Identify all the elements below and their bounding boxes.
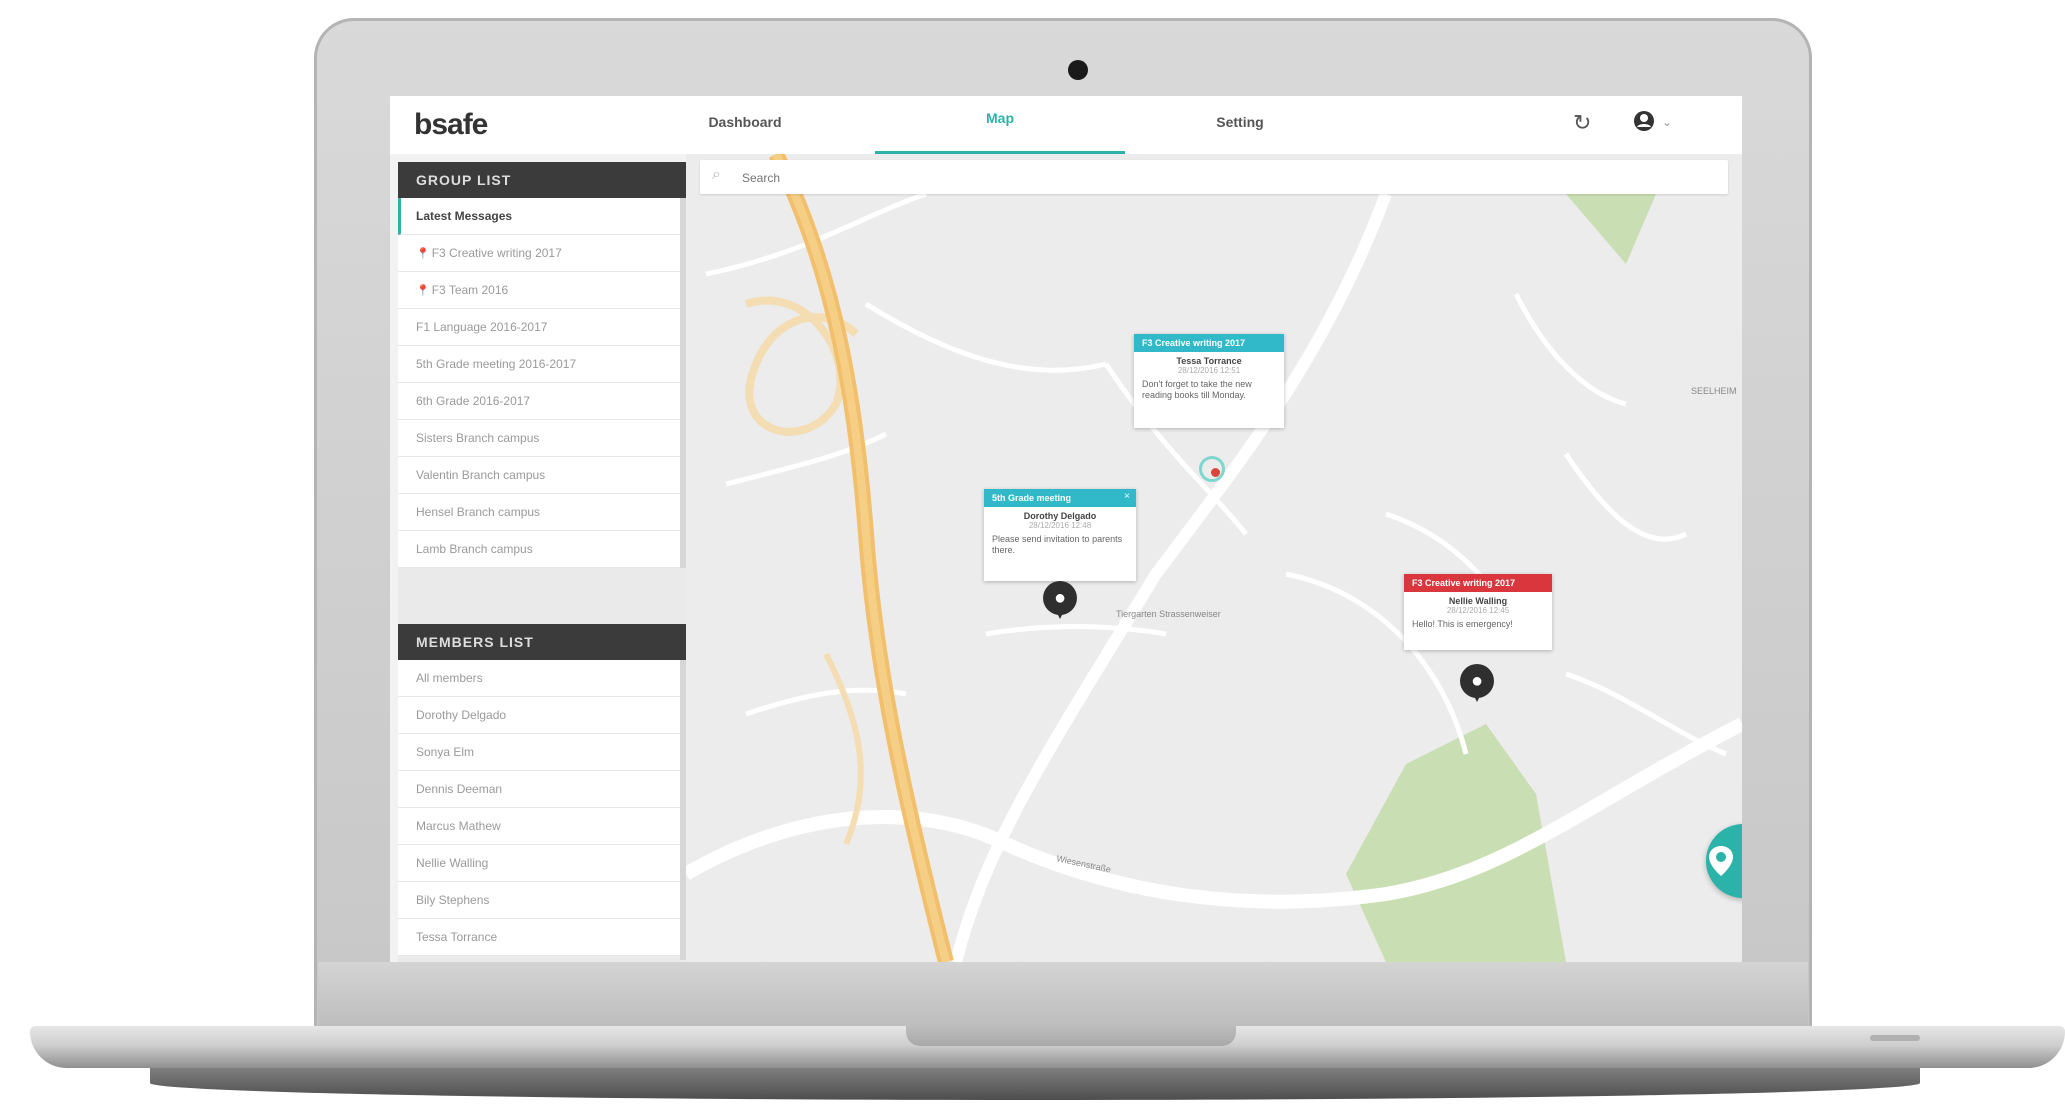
member-item[interactable]: Marcus Mathew (398, 808, 680, 845)
member-item[interactable]: Dennis Deeman (398, 771, 680, 808)
member-marker-icon[interactable]: ● (1043, 581, 1077, 619)
message-card[interactable]: F3 Creative writing 2017 Nellie Walling … (1404, 574, 1552, 650)
laptop-shadow (150, 1066, 1920, 1100)
group-item[interactable]: 📍 F3 Team 2016 (398, 272, 680, 309)
card-timestamp: 28/12/2016 12:45 (1446, 606, 1510, 615)
member-item[interactable]: Dorothy Delgado (398, 697, 680, 734)
member-item[interactable]: Bily Stephens (398, 882, 680, 919)
tab-dashboard[interactable]: Dashboard (700, 114, 790, 130)
sidebar: GROUP LIST Latest Messages 📍 F3 Creative … (398, 162, 686, 962)
card-timestamp: 28/12/2016 12:48 (1028, 521, 1092, 530)
app-logo[interactable]: bsafe (414, 108, 488, 142)
user-icon[interactable] (1633, 110, 1655, 138)
member-item[interactable]: Nellie Walling (398, 845, 680, 882)
members-list: All members Dorothy Delgado Sonya Elm De… (398, 660, 680, 956)
map-view[interactable]: ⌕ F3 Creative writing 2017 Tessa Torranc… (686, 154, 1742, 962)
members-list-header: MEMBERS LIST (398, 624, 686, 660)
group-item[interactable]: Sisters Branch campus (398, 420, 680, 457)
road-label: Tiergarten Strassenweiser (1116, 609, 1221, 619)
pin-icon: 📍 (416, 248, 430, 260)
group-item[interactable]: 📍 F3 Creative writing 2017 (398, 235, 680, 272)
map-search-bar[interactable]: ⌕ (700, 160, 1728, 194)
card-group-label: F3 Creative writing 2017 (1134, 334, 1284, 352)
message-card[interactable]: F3 Creative writing 2017 Tessa Torrance … (1134, 334, 1284, 428)
laptop-indicator (1870, 1035, 1920, 1041)
webcam (1068, 60, 1088, 80)
tab-map[interactable]: Map (950, 110, 1050, 126)
group-item[interactable]: 6th Grade 2016-2017 (398, 383, 680, 420)
card-timestamp: 28/12/2016 12:51 (1177, 366, 1241, 375)
top-nav: bsafe Dashboard Map Setting ↻ ⌄ (390, 96, 1742, 154)
group-item[interactable]: 5th Grade meeting 2016-2017 (398, 346, 680, 383)
tab-setting[interactable]: Setting (1195, 114, 1285, 130)
group-item[interactable]: F1 Language 2016-2017 (398, 309, 680, 346)
member-item[interactable]: Sonya Elm (398, 734, 680, 771)
alert-dot-icon (1211, 468, 1220, 477)
card-group-label: F3 Creative writing 2017 (1404, 574, 1552, 592)
member-item[interactable]: Tessa Torrance (398, 919, 680, 956)
member-item[interactable]: All members (398, 660, 680, 697)
search-icon: ⌕ (712, 166, 721, 183)
close-icon[interactable]: × (1124, 491, 1130, 502)
app-screen: bsafe Dashboard Map Setting ↻ ⌄ GROUP LI… (390, 96, 1742, 962)
card-message: Don't forget to take the new reading boo… (1142, 379, 1252, 400)
card-sender: Tessa Torrance (1176, 356, 1242, 366)
card-sender: Dorothy Delgado (1023, 511, 1097, 521)
group-item[interactable]: Lamb Branch campus (398, 531, 680, 568)
card-group-label: 5th Grade meeting (984, 489, 1136, 507)
laptop-bezel-bottom (318, 962, 1808, 1028)
group-item[interactable]: Hensel Branch campus (398, 494, 680, 531)
laptop-hinge-notch (906, 1026, 1236, 1046)
road-label: SEELHEIM (1691, 386, 1737, 396)
member-marker-icon[interactable]: ● (1460, 664, 1494, 702)
chevron-down-icon[interactable]: ⌄ (1662, 115, 1672, 129)
refresh-icon[interactable]: ↻ (1573, 110, 1591, 136)
group-item[interactable]: Latest Messages (398, 198, 680, 235)
group-item[interactable]: Valentin Branch campus (398, 457, 680, 494)
map-roads (686, 154, 1742, 962)
map-search-input[interactable] (740, 167, 1644, 189)
group-list: Latest Messages 📍 F3 Creative writing 201… (398, 198, 680, 568)
card-sender: Nellie Walling (1448, 596, 1508, 606)
pin-icon: 📍 (416, 285, 430, 297)
message-card[interactable]: 5th Grade meeting × Dorothy Delgado 28/1… (984, 489, 1136, 581)
group-list-header: GROUP LIST (398, 162, 686, 198)
card-message: Please send invitation to parents there. (992, 534, 1123, 555)
card-message: Hello! This is emergency! (1412, 619, 1513, 629)
